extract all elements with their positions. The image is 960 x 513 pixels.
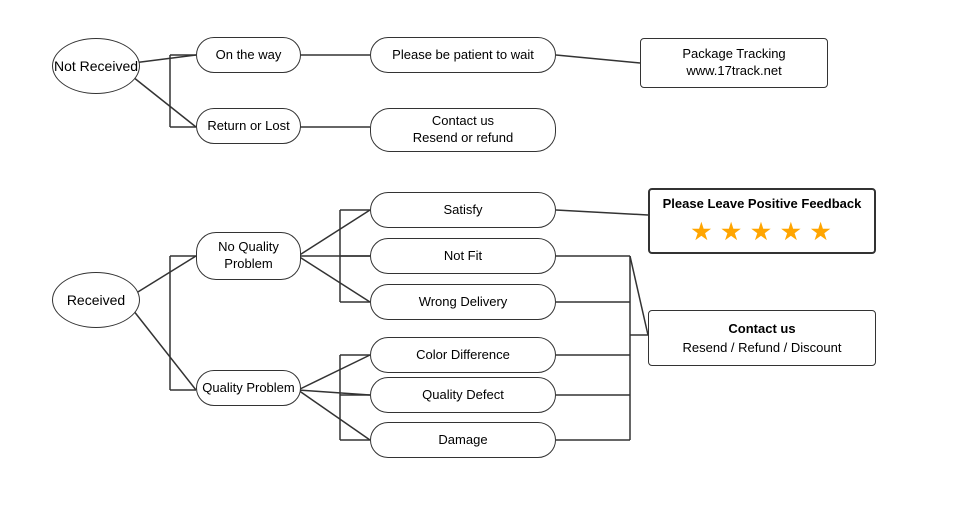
- contact-options-node: Contact us Resend / Refund / Discount: [648, 310, 876, 366]
- color-diff-node: Color Difference: [370, 337, 556, 373]
- satisfy-node: Satisfy: [370, 192, 556, 228]
- positive-feedback-node: Please Leave Positive Feedback ★ ★ ★ ★ ★: [648, 188, 876, 254]
- diagram: Not Received On the way Return or Lost P…: [0, 0, 960, 513]
- damage-node: Damage: [370, 422, 556, 458]
- not-received-node: Not Received: [52, 38, 140, 94]
- on-the-way-node: On the way: [196, 37, 301, 73]
- package-tracking-node: Package Trackingwww.17track.net: [640, 38, 828, 88]
- not-fit-node: Not Fit: [370, 238, 556, 274]
- quality-defect-node: Quality Defect: [370, 377, 556, 413]
- received-node: Received: [52, 272, 140, 328]
- no-quality-node: No QualityProblem: [196, 232, 301, 280]
- star-rating: ★ ★ ★ ★ ★: [691, 217, 832, 248]
- patient-wait-node: Please be patient to wait: [370, 37, 556, 73]
- quality-problem-node: Quality Problem: [196, 370, 301, 406]
- wrong-delivery-node: Wrong Delivery: [370, 284, 556, 320]
- return-or-lost-node: Return or Lost: [196, 108, 301, 144]
- contact-resend-node: Contact usResend or refund: [370, 108, 556, 152]
